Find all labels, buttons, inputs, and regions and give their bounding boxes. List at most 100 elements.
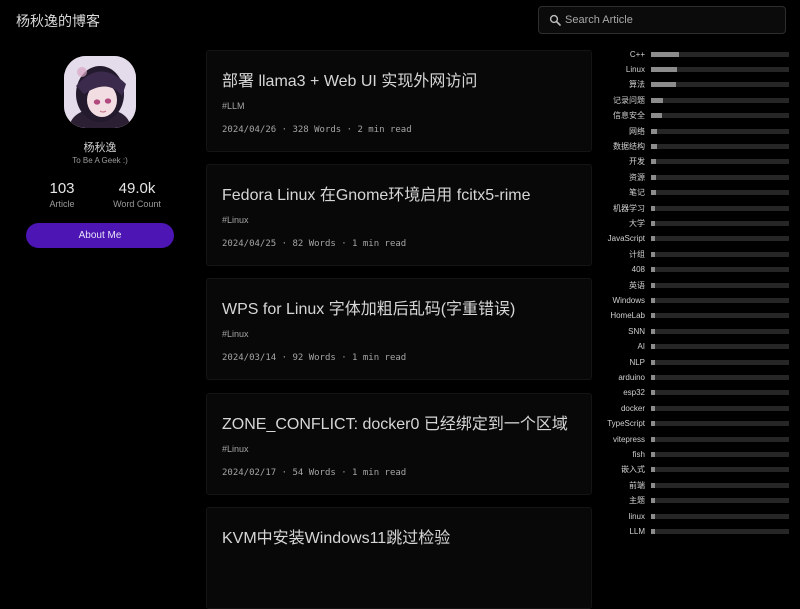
tag-count-fill [651,374,655,380]
tag-item[interactable]: 前端 [600,478,790,492]
post-card[interactable]: ZONE_CONFLICT: docker0 已经绑定到一个区域 #Linux … [206,393,592,495]
site-title[interactable]: 杨秋逸的博客 [16,11,100,31]
tag-name[interactable]: esp32 [600,388,645,397]
tag-count-fill [651,436,655,442]
tag-name[interactable]: Windows [600,296,645,305]
tag-item[interactable]: arduino [600,370,790,384]
post-tag[interactable]: #LLM [222,101,245,111]
tag-item[interactable]: 嵌入式 [600,463,790,477]
search-input[interactable] [565,14,765,26]
tag-name[interactable]: JavaScript [600,234,645,243]
tag-name[interactable]: 开发 [600,156,645,167]
tag-count-bar [651,528,789,534]
tag-item[interactable]: JavaScript [600,232,790,246]
tag-name[interactable]: vitepress [600,435,645,444]
tag-count-bar [651,113,789,119]
tag-item[interactable]: Linux [600,62,790,76]
tag-count-bar [651,467,789,473]
post-tag[interactable]: #Linux [222,444,249,454]
tag-count-bar [651,51,789,57]
tag-item[interactable]: fish [600,447,790,461]
tag-name[interactable]: 嵌入式 [600,464,645,475]
tag-item[interactable]: 笔记 [600,186,790,200]
tag-count-bar [651,220,789,226]
tag-count-fill [651,528,655,534]
tag-item[interactable]: 英语 [600,278,790,292]
tag-name[interactable]: SNN [600,327,645,336]
tag-item[interactable]: HomeLab [600,309,790,323]
tag-item[interactable]: linux [600,509,790,523]
tag-name[interactable]: 算法 [600,79,645,90]
tag-name[interactable]: arduino [600,373,645,382]
post-title[interactable]: ZONE_CONFLICT: docker0 已经绑定到一个区域 [222,410,568,434]
tag-name[interactable]: C++ [600,50,645,59]
tag-count-fill [651,190,656,196]
tag-name[interactable]: TypeScript [600,419,645,428]
tag-name[interactable]: 信息安全 [600,110,645,121]
tag-item[interactable]: LLM [600,524,790,538]
tag-count-bar [651,282,789,288]
tag-name[interactable]: 大学 [600,218,645,229]
tag-item[interactable]: AI [600,340,790,354]
tag-item[interactable]: 机器学习 [600,201,790,215]
tag-item[interactable]: C++ [600,47,790,61]
post-title[interactable]: WPS for Linux 字体加粗后乱码(字重错误) [222,295,515,319]
tag-name[interactable]: 网络 [600,126,645,137]
avatar[interactable] [64,56,136,128]
tag-name[interactable]: 408 [600,265,645,274]
post-title[interactable]: Fedora Linux 在Gnome环境启用 fcitx5-rime [222,181,531,205]
post-card[interactable]: 部署 llama3 + Web UI 实现外网访问 #LLM 2024/04/2… [206,50,592,152]
tag-item[interactable]: SNN [600,324,790,338]
tag-count-fill [651,344,655,350]
post-card[interactable]: Fedora Linux 在Gnome环境启用 fcitx5-rime #Lin… [206,164,592,266]
tag-item[interactable]: 算法 [600,78,790,92]
tag-item[interactable]: 408 [600,263,790,277]
tag-item[interactable]: 信息安全 [600,109,790,123]
tag-item[interactable]: 大学 [600,216,790,230]
post-title[interactable]: 部署 llama3 + Web UI 实现外网访问 [222,67,477,91]
post-card[interactable]: KVM中安装Windows11跳过检验 [206,507,592,609]
tag-name[interactable]: 计组 [600,249,645,260]
post-card[interactable]: WPS for Linux 字体加粗后乱码(字重错误) #Linux 2024/… [206,278,592,380]
tag-item[interactable]: docker [600,401,790,415]
tag-item[interactable]: 数据结构 [600,139,790,153]
about-me-button[interactable]: About Me [26,223,174,248]
tag-name[interactable]: 英语 [600,280,645,291]
tag-item[interactable]: NLP [600,355,790,369]
tag-name[interactable]: 笔记 [600,187,645,198]
tag-name[interactable]: LLM [600,527,645,536]
tag-item[interactable]: 资源 [600,170,790,184]
tag-name[interactable]: 资源 [600,172,645,183]
tag-count-fill [651,113,662,119]
tag-name[interactable]: AI [600,342,645,351]
search-box[interactable] [538,6,786,34]
tag-item[interactable]: esp32 [600,386,790,400]
tag-name[interactable]: linux [600,512,645,521]
tag-count-bar [651,66,789,72]
tag-name[interactable]: 数据结构 [600,141,645,152]
tag-item[interactable]: 网络 [600,124,790,138]
tag-name[interactable]: docker [600,404,645,413]
tag-item[interactable]: 记录问题 [600,93,790,107]
tag-count-bar [651,436,789,442]
post-tag[interactable]: #Linux [222,215,249,225]
post-tag[interactable]: #Linux [222,329,249,339]
tag-name[interactable]: 前端 [600,480,645,491]
tag-name[interactable]: HomeLab [600,311,645,320]
tag-name[interactable]: 记录问题 [600,95,645,106]
tag-count-bar [651,359,789,365]
tag-count-fill [651,51,679,57]
tag-item[interactable]: 计组 [600,247,790,261]
tag-name[interactable]: 主题 [600,495,645,506]
tag-item[interactable]: 开发 [600,155,790,169]
tag-name[interactable]: Linux [600,65,645,74]
tag-name[interactable]: fish [600,450,645,459]
post-title[interactable]: KVM中安装Windows11跳过检验 [222,524,450,548]
tag-item[interactable]: 主题 [600,494,790,508]
tag-item[interactable]: TypeScript [600,417,790,431]
tag-name[interactable]: NLP [600,358,645,367]
tag-item[interactable]: vitepress [600,432,790,446]
tag-count-bar [651,482,789,488]
tag-item[interactable]: Windows [600,293,790,307]
tag-name[interactable]: 机器学习 [600,203,645,214]
